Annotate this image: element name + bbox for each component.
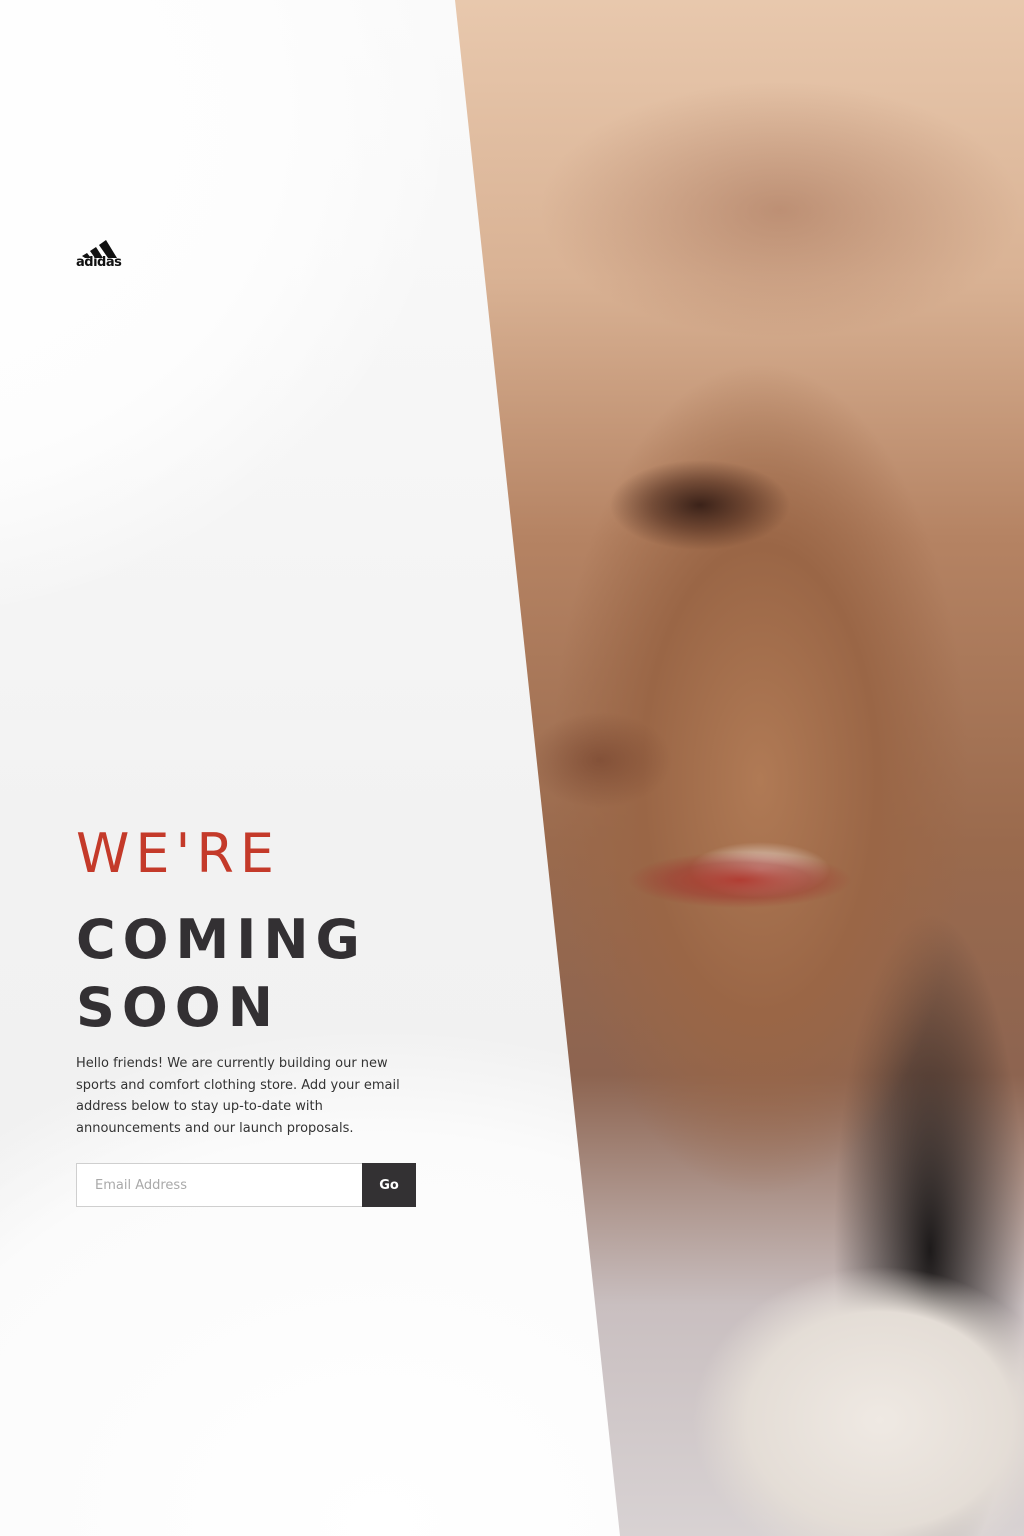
headline-were: WE'RE bbox=[76, 822, 280, 885]
headline-soon: SOON bbox=[76, 976, 280, 1039]
email-signup-form: Go bbox=[76, 1163, 416, 1207]
intro-description: Hello friends! We are currently building… bbox=[76, 1056, 400, 1136]
go-button[interactable]: Go bbox=[362, 1163, 416, 1207]
email-input[interactable] bbox=[76, 1163, 362, 1207]
brand-logo-text: adidas bbox=[76, 255, 122, 270]
coming-soon-page: adidas WE'RE COMING SOON Hello friends! … bbox=[0, 0, 1024, 1536]
headline-coming: COMING bbox=[76, 908, 367, 971]
headline-coming-soon: COMING SOON bbox=[76, 906, 367, 1042]
